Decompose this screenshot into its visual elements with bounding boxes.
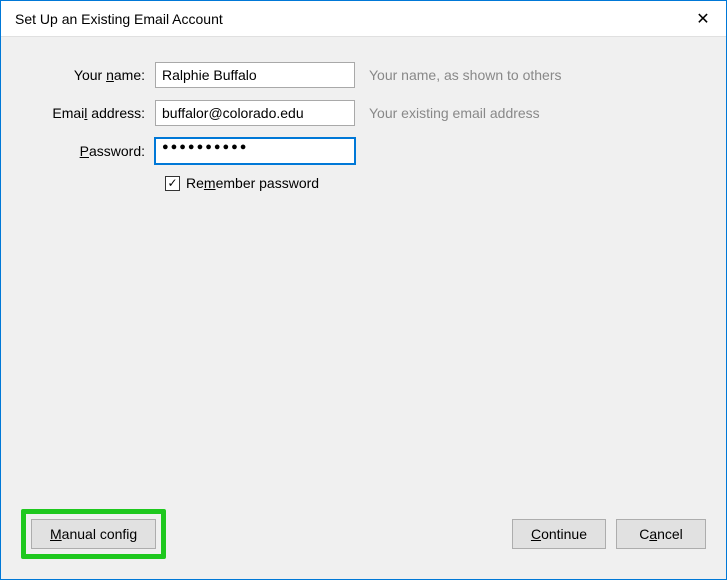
row-email: Email address: Your existing email addre… xyxy=(25,99,702,127)
cancel-button[interactable]: Cancel xyxy=(616,519,706,549)
checkmark-icon: ✓ xyxy=(167,177,177,189)
email-setup-dialog: Set Up an Existing Email Account ✕ Your … xyxy=(0,0,727,580)
password-label: Password: xyxy=(25,143,155,159)
close-button[interactable]: ✕ xyxy=(680,1,726,37)
manual-config-button[interactable]: Manual config xyxy=(31,519,156,549)
continue-button[interactable]: Continue xyxy=(512,519,606,549)
name-input[interactable] xyxy=(155,62,355,88)
remember-checkbox[interactable]: ✓ xyxy=(165,176,180,191)
name-hint: Your name, as shown to others xyxy=(369,67,562,83)
close-icon: ✕ xyxy=(696,9,709,29)
name-label: Your name: xyxy=(25,67,155,83)
button-bar: Manual config Continue Cancel xyxy=(21,509,706,559)
right-buttons: Continue Cancel xyxy=(512,519,706,549)
password-input[interactable]: ●●●●●●●●●● xyxy=(155,138,355,164)
row-password: Password: ●●●●●●●●●● xyxy=(25,137,702,165)
dialog-content: Your name: Your name, as shown to others… xyxy=(1,37,726,579)
titlebar: Set Up an Existing Email Account ✕ xyxy=(1,1,726,37)
row-name: Your name: Your name, as shown to others xyxy=(25,61,702,89)
window-title: Set Up an Existing Email Account xyxy=(15,11,223,27)
email-hint: Your existing email address xyxy=(369,105,540,121)
email-input[interactable] xyxy=(155,100,355,126)
manual-config-highlight: Manual config xyxy=(21,509,166,559)
row-remember: ✓ Remember password xyxy=(165,175,702,191)
email-label: Email address: xyxy=(25,105,155,121)
remember-label[interactable]: Remember password xyxy=(186,175,319,191)
